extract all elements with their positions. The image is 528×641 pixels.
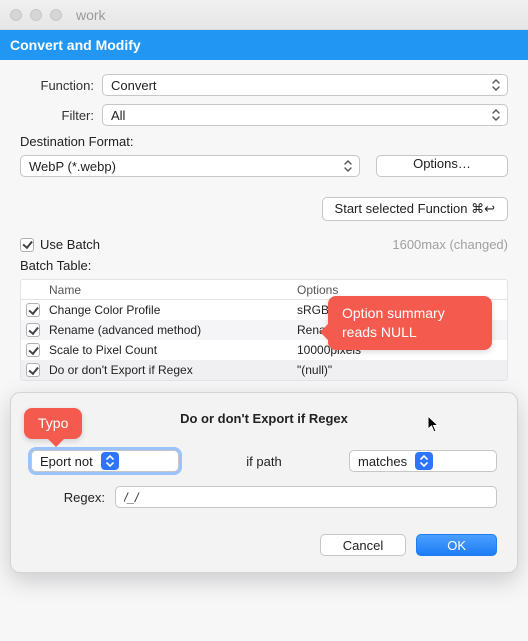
row-options: "(null)": [297, 363, 507, 377]
close-window-button[interactable]: [10, 9, 22, 21]
checkbox-icon[interactable]: [26, 343, 40, 357]
filter-select-value: All: [111, 108, 125, 123]
use-batch-label: Use Batch: [40, 237, 100, 252]
checkbox-icon[interactable]: [26, 303, 40, 317]
table-row[interactable]: Do or don't Export if Regex "(null)": [21, 360, 507, 380]
checkbox-icon: [20, 238, 34, 252]
row-name: Do or don't Export if Regex: [45, 363, 297, 377]
row-name: Change Color Profile: [45, 303, 297, 317]
chevron-updown-icon: [343, 160, 353, 172]
start-function-button[interactable]: Start selected Function ⌘↩︎: [322, 197, 508, 221]
traffic-lights: [10, 9, 62, 21]
row-name: Scale to Pixel Count: [45, 343, 297, 357]
checkbox-icon[interactable]: [26, 363, 40, 377]
destination-format-value: WebP (*.webp): [29, 159, 116, 174]
match-mode-value: matches: [358, 454, 407, 469]
column-options[interactable]: Options: [297, 283, 507, 297]
use-batch-checkbox[interactable]: Use Batch: [20, 237, 100, 252]
batch-status: 1600max (changed): [392, 237, 508, 252]
cancel-button[interactable]: Cancel: [320, 534, 406, 556]
export-mode-value: Eport not: [40, 454, 93, 469]
zoom-window-button[interactable]: [50, 9, 62, 21]
regex-label: Regex:: [31, 490, 105, 505]
annotation-null-summary: Option summary reads NULL: [328, 296, 492, 350]
chevron-updown-icon: [491, 79, 501, 91]
options-button[interactable]: Options…: [376, 155, 508, 177]
function-label: Function:: [20, 78, 102, 93]
regex-dialog: Do or don't Export if Regex Eport not if…: [10, 392, 518, 573]
chevron-updown-icon: [491, 109, 501, 121]
annotation-typo: Typo: [24, 408, 82, 439]
minimize-window-button[interactable]: [30, 9, 42, 21]
window-title: work: [76, 7, 106, 23]
section-header: Convert and Modify: [0, 30, 528, 60]
match-mode-select[interactable]: matches: [349, 450, 497, 472]
destination-format-select[interactable]: WebP (*.webp): [20, 155, 360, 177]
window-titlebar: work: [0, 0, 528, 30]
batch-table-label: Batch Table:: [20, 258, 508, 273]
function-select[interactable]: Convert: [102, 74, 508, 96]
row-name: Rename (advanced method): [45, 323, 297, 337]
if-path-label: if path: [197, 454, 331, 469]
filter-label: Filter:: [20, 108, 102, 123]
ok-button[interactable]: OK: [416, 534, 497, 556]
regex-input[interactable]: [115, 486, 497, 508]
dialog-title: Do or don't Export if Regex: [31, 411, 497, 426]
destination-format-label: Destination Format:: [20, 134, 508, 149]
chevron-updown-icon: [101, 452, 119, 470]
export-mode-select[interactable]: Eport not: [31, 450, 179, 472]
chevron-updown-icon: [415, 452, 433, 470]
column-name[interactable]: Name: [45, 283, 297, 297]
function-select-value: Convert: [111, 78, 157, 93]
checkbox-icon[interactable]: [26, 323, 40, 337]
filter-select[interactable]: All: [102, 104, 508, 126]
